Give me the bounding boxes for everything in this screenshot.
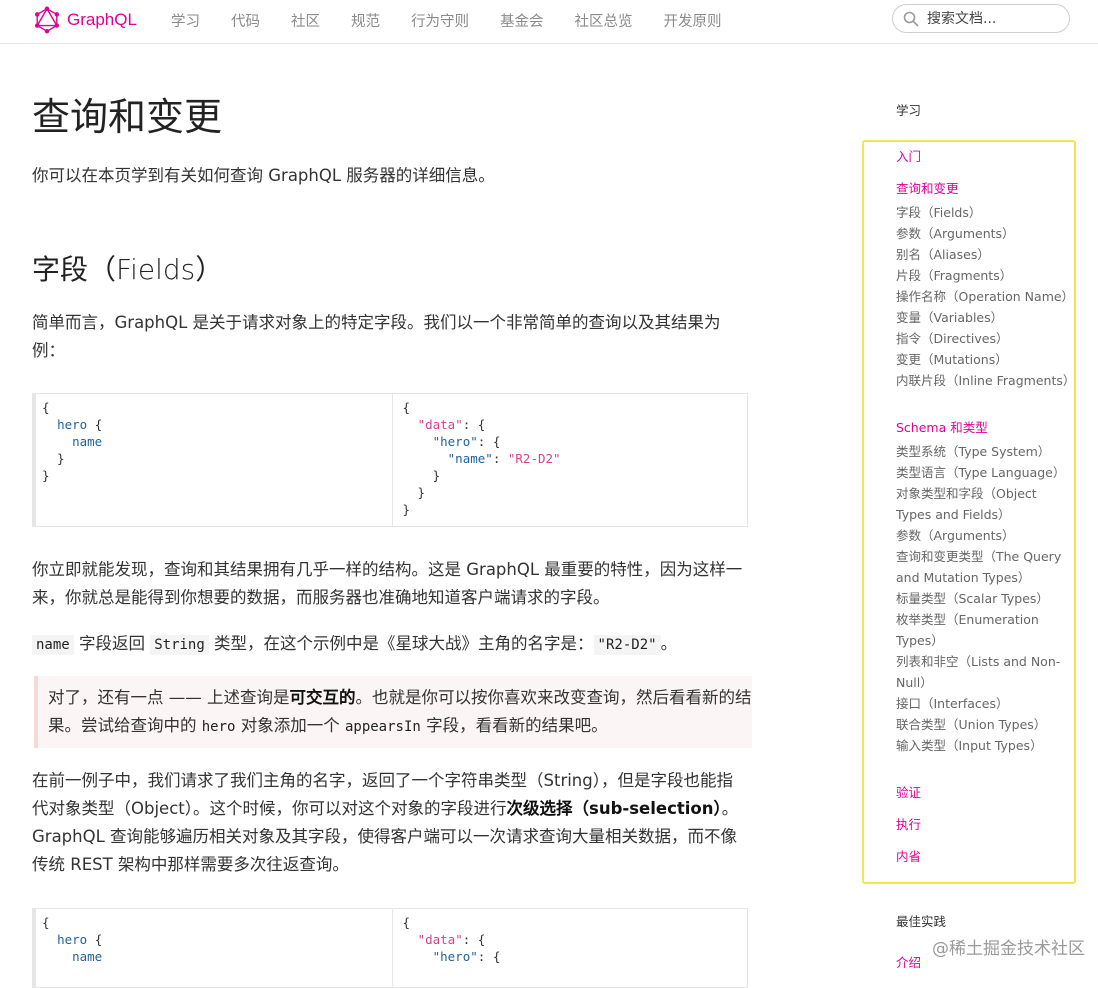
nav-principles[interactable]: 开发原则 — [664, 10, 722, 31]
structure-paragraph: 你立即就能发现，查询和其结果拥有几乎一样的结构。这是 GraphQL 最重要的特… — [32, 560, 743, 607]
result-viewer: { "data": { "hero": { — [391, 909, 748, 987]
code-line: name — [72, 949, 103, 964]
sidebar-item[interactable]: 对象类型和字段（Object — [896, 483, 1037, 504]
text: 字段返回 — [73, 634, 151, 653]
watermark: @稀土掘金技术社区 — [932, 939, 1085, 959]
bold-text: 次级选择（sub-selection） — [506, 799, 722, 818]
nav-foundation[interactable]: 基金会 — [500, 10, 544, 31]
sidebar-item[interactable]: 字段（Fields） — [896, 202, 981, 223]
inline-code: String — [150, 635, 209, 655]
search-box[interactable] — [892, 4, 1070, 33]
sidebar-item[interactable]: 片段（Fragments） — [896, 265, 1012, 286]
search-input[interactable] — [925, 9, 1069, 28]
subselection-paragraph: 在前一例子中，我们请求了我们主角的名字，返回了一个字符串类型（String），但… — [32, 767, 747, 879]
sidebar-item[interactable]: 操作名称（Operation Name） — [896, 286, 1074, 307]
nav-community[interactable]: 社区 — [291, 10, 320, 31]
sidebar-item[interactable]: 内联片段（Inline Fragments） — [896, 370, 1075, 391]
sidebar-item[interactable]: 类型语言（Type Language） — [896, 462, 1065, 483]
sidebar-section-learn: 学习 — [896, 103, 922, 118]
sidebar-link-introspection[interactable]: 内省 — [896, 846, 921, 865]
sidebar-link-schema[interactable]: Schema 和类型 — [896, 417, 988, 436]
nav-code-of-conduct[interactable]: 行为守则 — [411, 10, 469, 31]
text: 。 — [660, 634, 678, 653]
code-line: { — [42, 915, 50, 930]
search-icon — [903, 11, 919, 26]
query-editor[interactable]: { hero { name — [36, 909, 392, 987]
sidebar-item[interactable]: 查询和变更类型（The Query — [896, 546, 1061, 567]
sidebar-link-queries[interactable]: 查询和变更 — [896, 178, 959, 197]
sidebar-item[interactable]: 别名（Aliases） — [896, 244, 990, 265]
result-viewer: { "data": { "hero": { "name": "R2-D2" } … — [391, 394, 748, 526]
sidebar-item[interactable]: Types and Fields） — [896, 504, 1011, 525]
inline-code: name — [32, 635, 74, 655]
sidebar-item[interactable]: Null） — [896, 672, 933, 693]
sidebar-link-validation[interactable]: 验证 — [896, 782, 921, 801]
sidebar-item[interactable]: 参数（Arguments） — [896, 223, 1015, 244]
sidebar-link-execution[interactable]: 执行 — [896, 814, 921, 833]
text: 对了，还有一点 —— 上述查询是 — [48, 688, 290, 707]
code-line: } — [402, 485, 426, 500]
nav-spec[interactable]: 规范 — [351, 10, 380, 31]
sidebar-link-intro[interactable]: 入门 — [896, 146, 921, 165]
code-line: "data": { — [417, 932, 486, 947]
query-editor[interactable]: { hero { name }} — [36, 394, 392, 526]
inline-code: hero — [201, 719, 236, 735]
intro-text: 你可以在本页学到有关如何查询 GraphQL 服务器的详细信息。 — [32, 166, 495, 185]
sidebar-item[interactable]: Types） — [896, 630, 944, 651]
brand-logo-link[interactable]: GraphQL — [33, 5, 137, 35]
code-line: { — [402, 915, 411, 930]
sidebar-item[interactable]: 输入类型（Input Types） — [896, 735, 1043, 756]
code-line: { — [402, 400, 411, 415]
code-line: "name": "R2-D2" — [447, 451, 561, 466]
sidebar-item[interactable]: 类型系统（Type System） — [896, 441, 1050, 462]
page-title: 查询和变更 — [32, 95, 223, 139]
code-example-1[interactable]: { hero { name }} { "data": { "hero": { "… — [32, 393, 748, 527]
code-line: hero { — [57, 417, 103, 432]
sidebar-link-best-practices-intro[interactable]: 介绍 — [896, 952, 921, 971]
sidebar-item[interactable]: and Mutation Types） — [896, 567, 1030, 588]
main-nav: 学习 代码 社区 规范 行为守则 基金会 社区总览 开发原则 — [171, 0, 753, 40]
code-line: "hero": { — [432, 434, 501, 449]
nav-code[interactable]: 代码 — [231, 10, 260, 31]
inline-code: appearsIn — [344, 719, 421, 735]
sidebar-item[interactable]: 变更（Mutations） — [896, 349, 1008, 370]
type-paragraph: name 字段返回 String 类型，在这个示例中是《星球大战》主角的名字是：… — [32, 630, 747, 659]
nav-landscape[interactable]: 社区总览 — [575, 10, 633, 31]
fields-paragraph: 简单而言，GraphQL 是关于请求对象上的特定字段。我们以一个非常简单的查询以… — [32, 313, 721, 360]
sidebar-item[interactable]: 接口（Interfaces） — [896, 693, 1008, 714]
bold-text: 可交互的 — [289, 688, 356, 707]
text: 对象添加一个 — [235, 716, 345, 735]
inline-code: "R2-D2" — [593, 635, 661, 655]
text: 类型，在这个示例中是《星球大战》主角的名字是： — [208, 634, 594, 653]
code-line: } — [42, 468, 50, 483]
code-line: "hero": { — [432, 949, 501, 964]
sidebar-item[interactable]: 枚举类型（Enumeration — [896, 609, 1039, 630]
interactive-note: 对了，还有一点 —— 上述查询是可交互的。也就是你可以按你喜欢来改变查询，然后看… — [34, 676, 752, 748]
code-line: "data": { — [417, 417, 486, 432]
text: 字段，看看新的结果吧。 — [420, 716, 608, 735]
sidebar-item[interactable]: 联合类型（Union Types） — [896, 714, 1046, 735]
code-line: } — [42, 451, 65, 466]
sidebar-item[interactable]: 标量类型（Scalar Types） — [896, 588, 1049, 609]
sidebar-item[interactable]: 参数（Arguments） — [896, 525, 1015, 546]
code-line: { — [42, 400, 50, 415]
graphql-logo-icon — [34, 6, 60, 34]
code-line: hero { — [57, 932, 103, 947]
sidebar-item[interactable]: 变量（Variables） — [896, 307, 1003, 328]
sidebar-item[interactable]: 列表和非空（Lists and Non- — [896, 651, 1060, 672]
brand-name: GraphQL — [67, 10, 137, 29]
sidebar-section-best-practices: 最佳实践 — [896, 914, 947, 929]
sidebar-item[interactable]: 指令（Directives） — [896, 328, 1009, 349]
nav-learn[interactable]: 学习 — [171, 10, 200, 31]
top-navbar: GraphQL 学习 代码 社区 规范 行为守则 基金会 社区总览 开发原则 — [0, 0, 1098, 44]
code-line: name — [72, 434, 103, 449]
code-example-2[interactable]: { hero { name { "data": { "hero": { — [32, 908, 748, 988]
code-line: } — [402, 468, 441, 483]
section-title-fields: 字段（Fields） — [32, 253, 224, 286]
code-line: } — [402, 502, 411, 517]
